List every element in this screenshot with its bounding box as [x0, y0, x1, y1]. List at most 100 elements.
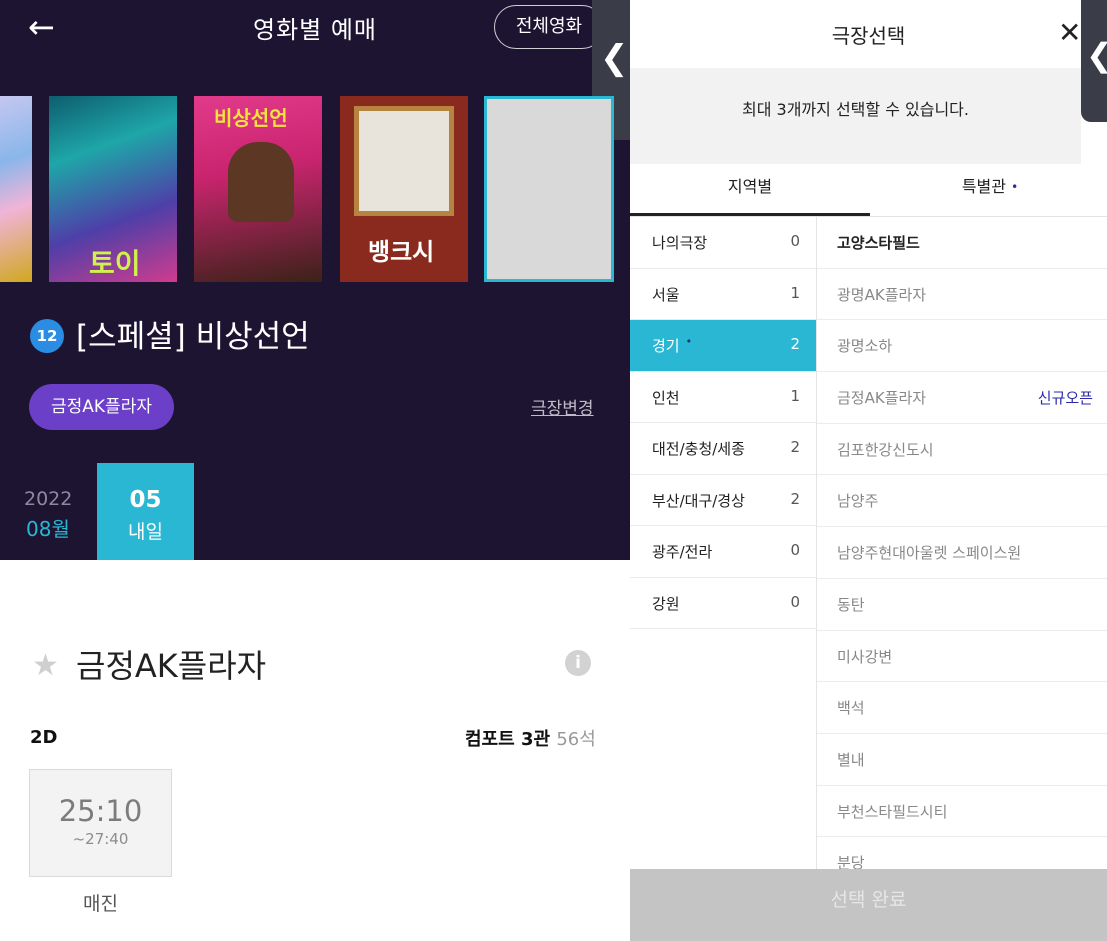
date-year: 2022 [24, 488, 73, 510]
close-icon[interactable]: ✕ [1058, 16, 1081, 49]
branch-item[interactable]: 남양주현대아울렛 스페이스원 [817, 527, 1107, 579]
region-name: 서울 [652, 285, 680, 304]
branch-name: 별내 [837, 750, 865, 769]
movie-poster[interactable]: 뱅크시 [340, 96, 468, 282]
branch-name: 남양주현대아울렛 스페이스원 [837, 544, 1022, 563]
showtime-card[interactable]: 25:10 ~27:40 [29, 769, 172, 877]
all-movies-button[interactable]: 전체영화 [494, 5, 604, 49]
region-name: 인천 [652, 388, 680, 407]
branch-item[interactable]: 분당 [817, 837, 1107, 871]
new-dot: • [685, 335, 693, 348]
region-item[interactable]: 서울 1 [630, 269, 816, 320]
region-name: 나의극장 [652, 234, 708, 252]
movie-poster[interactable]: 토이 [49, 96, 177, 282]
selection-notice: 최대 3개까지 선택할 수 있습니다. [630, 68, 1081, 164]
tab-label: 특별관 [961, 177, 1006, 196]
poster-title: 비상선언 [214, 106, 288, 130]
branch-item[interactable]: 김포한강신도시 [817, 424, 1107, 476]
region-item[interactable]: 강원 0 [630, 578, 816, 629]
branch-name: 미사강변 [837, 647, 893, 666]
date-day: 05 [129, 487, 162, 513]
chevron-left-icon: ❮ [1086, 36, 1107, 74]
side-collapse-tab[interactable]: ❮ [1081, 0, 1107, 122]
theater-name: 금정AK플라자 [76, 647, 267, 685]
new-dot: • [1011, 180, 1019, 194]
chevron-left-icon: ❮ [600, 38, 629, 78]
branch-list: 고양스타필드 광명AK플라자 광명소하 금정AK플라자 신규오픈 김포한강신도시 … [817, 217, 1107, 871]
tab-label: 지역별 [727, 177, 773, 196]
movie-poster[interactable] [0, 96, 32, 282]
info-icon[interactable]: i [565, 650, 591, 676]
sheet-title: 극장선택 [831, 24, 906, 48]
poster-title: 토이 [89, 247, 141, 280]
favorite-star-icon[interactable]: ★ [32, 648, 59, 683]
region-count: 2 [790, 335, 800, 353]
movie-title: [스페셜] 비상선언 [76, 319, 310, 355]
branch-name: 광명소하 [837, 337, 893, 356]
screen-format: 2D [30, 727, 58, 748]
region-item[interactable]: 인천 1 [630, 372, 816, 423]
branch-item[interactable]: 동탄 [817, 579, 1107, 631]
branch-name: 동탄 [837, 595, 865, 614]
theater-select-sheet: 극장선택 ✕ ❮ 최대 3개까지 선택할 수 있습니다. 지역별 특별관 • 나… [630, 0, 1107, 941]
date-day-label: 내일 [128, 521, 163, 543]
change-theater-link[interactable]: 극장변경 [531, 394, 594, 419]
hall-name: 컴포트 3관 [465, 729, 551, 750]
age-rating-badge: 12 [30, 319, 64, 353]
tab-region[interactable]: 지역별 [630, 164, 870, 216]
region-count: 0 [790, 541, 800, 559]
region-count: 0 [790, 232, 800, 250]
movie-poster-selected[interactable] [484, 96, 614, 282]
region-name: 광주/전라 [652, 543, 713, 561]
region-item-selected[interactable]: 경기 • 2 [630, 320, 816, 372]
branch-item[interactable]: 고양스타필드 [817, 217, 1107, 269]
branch-name: 남양주 [837, 492, 879, 511]
region-count: 0 [790, 592, 800, 611]
branch-name: 백석 [837, 699, 865, 718]
branch-name: 고양스타필드 [837, 234, 920, 252]
region-count: 2 [790, 489, 800, 508]
region-name: 대전/충청/세종 [652, 440, 745, 458]
showtime-end: ~27:40 [72, 830, 129, 848]
branch-item[interactable]: 미사강변 [817, 631, 1107, 683]
region-count: 1 [790, 283, 800, 302]
theater-tabs: 지역별 특별관 • [630, 164, 1107, 217]
tab-special-hall[interactable]: 특별관 • [870, 164, 1107, 216]
region-name: 부산/대구/경상 [652, 491, 745, 510]
branch-item[interactable]: 별내 [817, 734, 1107, 786]
branch-name: 부천스타필드시티 [837, 802, 948, 821]
poster-figure [228, 142, 294, 222]
region-count: 2 [790, 438, 800, 456]
branch-item[interactable]: 남양주 [817, 475, 1107, 528]
branch-item[interactable]: 금정AK플라자 신규오픈 [817, 372, 1107, 424]
branch-item[interactable]: 부천스타필드시티 [817, 786, 1107, 838]
region-item[interactable]: 대전/충청/세종 2 [630, 423, 816, 475]
showtime-status: 매진 [83, 893, 118, 915]
poster-title: 뱅크시 [368, 238, 435, 266]
confirm-selection-button[interactable]: 선택 완료 [630, 869, 1107, 941]
branch-item[interactable]: 광명AK플라자 [817, 269, 1107, 321]
branch-item[interactable]: 백석 [817, 682, 1107, 734]
region-item[interactable]: 부산/대구/경상 2 [630, 475, 816, 526]
region-list: 나의극장 0 서울 1 경기 • 2 인천 1 대전/충청/세종 2 부산/대구/경상 2 광… [630, 217, 817, 871]
region-name: 강원 [652, 594, 680, 613]
showtime-start: 25:10 [58, 794, 143, 828]
region-name-wrap: 경기 • [652, 335, 692, 356]
region-item[interactable]: 나의극장 0 [630, 217, 816, 269]
region-count: 1 [790, 386, 800, 405]
branch-item[interactable]: 광명소하 [817, 320, 1107, 373]
date-month: 08월 [26, 517, 70, 541]
seat-count: 56석 [556, 729, 596, 750]
hall-info: 컴포트 3관 56석 [465, 725, 596, 751]
selected-theater-pill[interactable]: 금정AK플라자 [29, 384, 174, 430]
region-item[interactable]: 광주/전라 0 [630, 526, 816, 578]
movie-booking-pane: ← 영화별 예매 전체영화 ❮ 토이 비상선언 뱅크시 12 [스페셜] 비상선… [0, 0, 630, 941]
poster-frame [354, 106, 454, 216]
branch-name: 김포한강신도시 [837, 440, 934, 459]
movie-poster[interactable]: 비상선언 [194, 96, 322, 282]
branch-name: 금정AK플라자 [837, 389, 927, 408]
date-selected[interactable]: 05 내일 [97, 463, 194, 560]
region-name: 경기 [652, 337, 680, 355]
new-open-tag: 신규오픈 [1037, 389, 1093, 408]
branch-name: 광명AK플라자 [837, 285, 927, 304]
